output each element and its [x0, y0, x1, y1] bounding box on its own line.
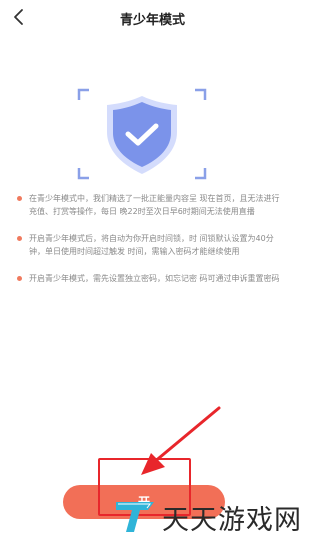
- top-bar: 青少年模式: [0, 0, 305, 34]
- bullet-text: 开启青少年模式后，将自动为你开启时间锁，时 间锁默认设置为40分钟，单日使用时间…: [29, 234, 274, 256]
- list-item: 开启青少年模式后，将自动为你开启时间锁，时 间锁默认设置为40分钟，单日使用时间…: [15, 232, 280, 258]
- shield-check-icon: [77, 88, 207, 180]
- watermark-logo-icon: [116, 502, 154, 532]
- list-item: 开启青少年模式，需先设置独立密码，如忘记密 码可通过申诉重置密码: [15, 272, 280, 285]
- watermark-text: 天天游戏网: [162, 505, 302, 536]
- list-item: 在青少年模式中，我们精选了一批正能量内容呈 现在首页，且无法进行充值、打赏等操作…: [15, 192, 280, 218]
- bullet-text: 开启青少年模式，需先设置独立密码，如忘记密 码可通过申诉重置密码: [29, 274, 280, 283]
- rules-list: 在青少年模式中，我们精选了一批正能量内容呈 现在首页，且无法进行充值、打赏等操作…: [15, 192, 280, 299]
- bullet-dot: [17, 196, 22, 201]
- annotation-arrow-icon: [141, 406, 221, 475]
- bullet-dot: [17, 276, 22, 281]
- watermark: 天天游戏网: [110, 496, 305, 540]
- bullet-text: 在青少年模式中，我们精选了一批正能量内容呈 现在首页，且无法进行充值、打赏等操作…: [29, 194, 280, 216]
- bullet-dot: [17, 236, 22, 241]
- page-title: 青少年模式: [119, 13, 185, 28]
